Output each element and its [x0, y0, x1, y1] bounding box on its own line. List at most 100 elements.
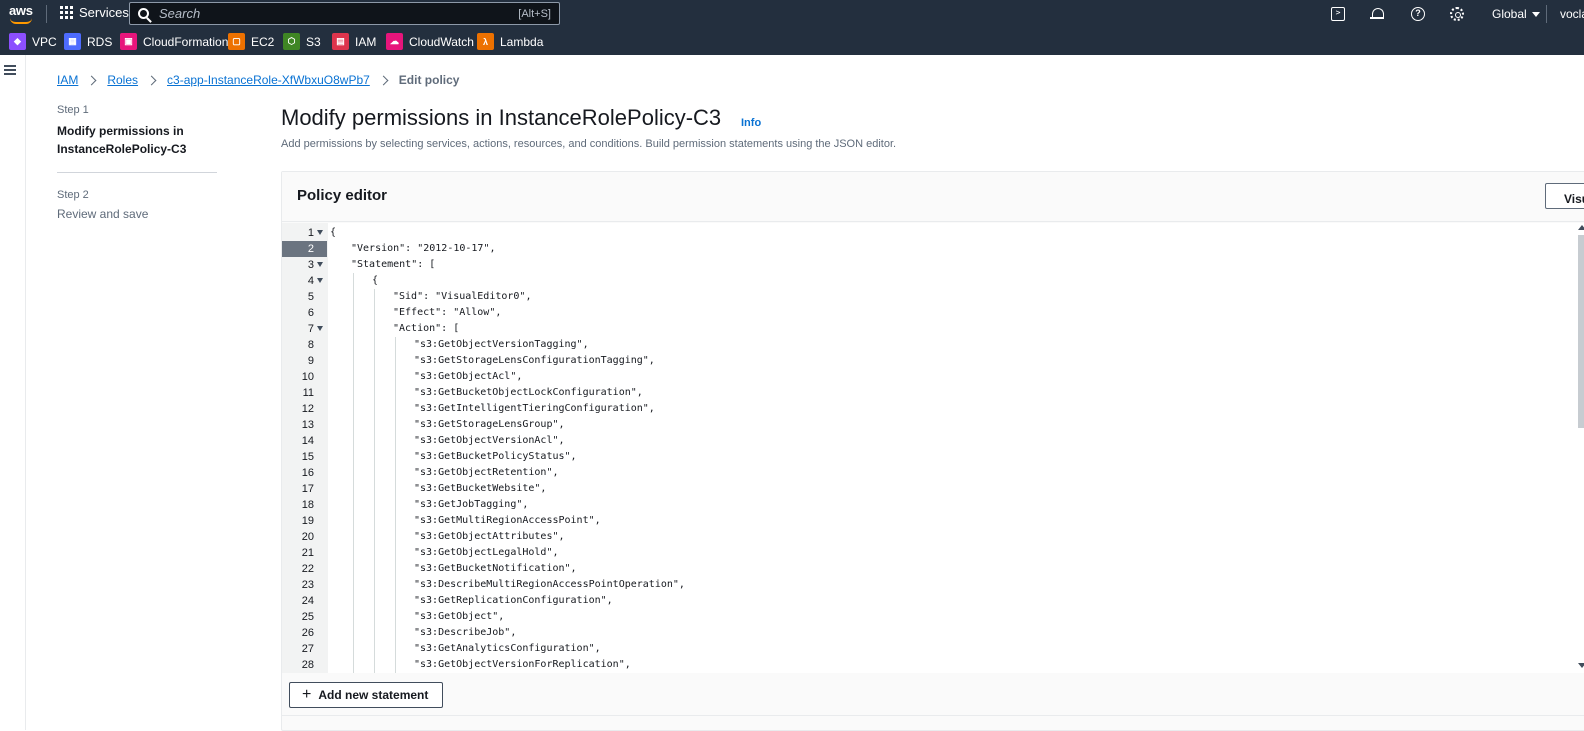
- indent-guide: [353, 481, 354, 497]
- help-icon[interactable]: ?: [1411, 7, 1425, 21]
- code-line[interactable]: 13 "s3:GetStorageLensGroup",: [282, 417, 1576, 433]
- favorite-ec2[interactable]: ▢ EC2: [228, 33, 274, 50]
- add-new-statement-button[interactable]: + Add new statement: [289, 682, 443, 708]
- indent-guide: [395, 593, 396, 609]
- aws-logo[interactable]: aws: [9, 3, 35, 25]
- fold-arrow-icon[interactable]: [317, 326, 323, 331]
- scrollbar-thumb[interactable]: [1578, 235, 1584, 428]
- code-line[interactable]: 18 "s3:GetJobTagging",: [282, 497, 1576, 513]
- code-line[interactable]: 21 "s3:GetObjectLegalHold",: [282, 545, 1576, 561]
- step-1-title: Modify permissions in InstanceRolePolicy…: [57, 124, 187, 156]
- region-selector[interactable]: Global: [1492, 7, 1540, 21]
- indent-guide: [374, 289, 375, 305]
- code-text: "s3:DescribeJob",: [414, 627, 517, 638]
- favorite-cloudformation[interactable]: ▣ CloudFormation: [120, 33, 228, 50]
- scroll-down-arrow-icon[interactable]: [1578, 663, 1584, 668]
- indent-guide: [395, 577, 396, 593]
- code-line[interactable]: 23 "s3:DescribeMultiRegionAccessPointOper…: [282, 577, 1576, 593]
- code-line[interactable]: 22 "s3:GetBucketNotification",: [282, 561, 1576, 577]
- indent-guide: [353, 273, 354, 289]
- indent-guide: [374, 417, 375, 433]
- code-line[interactable]: 20 "s3:GetObjectAttributes",: [282, 529, 1576, 545]
- search-input[interactable]: [159, 6, 519, 21]
- breadcrumb-roles[interactable]: Roles: [107, 73, 138, 87]
- plus-icon: +: [302, 686, 312, 703]
- grid-icon: [60, 6, 73, 19]
- code-text: "Version": "2012-10-17",: [351, 243, 496, 254]
- indent-guide: [374, 401, 375, 417]
- code-line[interactable]: 3 "Statement": [: [282, 257, 1576, 273]
- policy-editor-header: Policy editor Visu: [282, 172, 1584, 222]
- caret-down-icon: [1531, 12, 1540, 18]
- indent-guide: [374, 321, 375, 337]
- code-text: "s3:GetObjectVersionTagging",: [414, 339, 589, 350]
- line-number: 9: [307, 355, 314, 367]
- code-line[interactable]: 5 "Sid": "VisualEditor0",: [282, 289, 1576, 305]
- breadcrumb-role[interactable]: c3-app-InstanceRole-XfWbxuO8wPb7: [167, 73, 370, 87]
- favorite-s3[interactable]: ⬡ S3: [283, 33, 321, 50]
- favorite-cloudwatch[interactable]: ☁ CloudWatch: [386, 33, 474, 50]
- code-text: {: [330, 227, 337, 238]
- step-2-title: Review and save: [57, 207, 149, 221]
- visual-editor-button[interactable]: Visu: [1545, 183, 1584, 209]
- code-line[interactable]: 12 "s3:GetIntelligentTieringConfiguration…: [282, 401, 1576, 417]
- code-line[interactable]: 9 "s3:GetStorageLensConfigurationTagging"…: [282, 353, 1576, 369]
- indent-guide: [374, 593, 375, 609]
- account-menu[interactable]: vocla: [1560, 7, 1584, 21]
- code-text: "s3:GetJobTagging",: [414, 499, 529, 510]
- json-code-editor[interactable]: 1{2 "Version": "2012-10-17", 3 "Statement":…: [282, 223, 1576, 673]
- fold-arrow-icon[interactable]: [317, 230, 323, 235]
- services-menu-button[interactable]: Services: [60, 5, 129, 20]
- region-label: Global: [1492, 7, 1527, 21]
- favorite-rds[interactable]: ▦ RDS: [64, 33, 112, 50]
- cloudshell-icon[interactable]: >: [1331, 7, 1345, 21]
- fold-arrow-icon[interactable]: [317, 278, 323, 283]
- indent-guide: [353, 497, 354, 513]
- cloudformation-icon: ▣: [120, 33, 137, 50]
- indent-guide: [374, 337, 375, 353]
- code-line[interactable]: 10 "s3:GetObjectAcl",: [282, 369, 1576, 385]
- line-number: 12: [301, 403, 314, 415]
- code-line[interactable]: 6 "Effect": "Allow",: [282, 305, 1576, 321]
- menu-hamburger-icon[interactable]: [4, 65, 16, 75]
- search-bar[interactable]: [Alt+S]: [129, 2, 560, 25]
- indent-guide: [395, 641, 396, 657]
- notifications-bell-icon[interactable]: [1370, 7, 1384, 21]
- code-line[interactable]: 28 "s3:GetObjectVersionForReplication",: [282, 657, 1576, 673]
- settings-gear-icon[interactable]: [1450, 7, 1464, 21]
- code-line[interactable]: 14 "s3:GetObjectVersionAcl",: [282, 433, 1576, 449]
- code-line[interactable]: 1{: [282, 225, 1576, 241]
- favorite-vpc[interactable]: ◆ VPC: [9, 33, 57, 50]
- code-line[interactable]: 4{: [282, 273, 1576, 289]
- scroll-up-arrow-icon[interactable]: [1578, 225, 1584, 230]
- code-line[interactable]: 16 "s3:GetObjectRetention",: [282, 465, 1576, 481]
- favorite-iam[interactable]: ▤ IAM: [332, 33, 376, 50]
- info-link[interactable]: Info: [741, 117, 761, 129]
- indent-guide: [374, 481, 375, 497]
- code-line[interactable]: 19 "s3:GetMultiRegionAccessPoint",: [282, 513, 1576, 529]
- code-line[interactable]: 27 "s3:GetAnalyticsConfiguration",: [282, 641, 1576, 657]
- line-number: 23: [301, 579, 314, 591]
- code-text: "s3:GetBucketWebsite",: [414, 483, 547, 494]
- code-line[interactable]: 11 "s3:GetBucketObjectLockConfiguration",: [282, 385, 1576, 401]
- editor-scrollbar[interactable]: [1576, 223, 1584, 673]
- code-line[interactable]: 25 "s3:GetObject",: [282, 609, 1576, 625]
- code-line[interactable]: 2 "Version": "2012-10-17",: [282, 241, 1576, 257]
- code-line[interactable]: 24 "s3:GetReplicationConfiguration",: [282, 593, 1576, 609]
- fold-arrow-icon[interactable]: [317, 262, 323, 267]
- code-text: "s3:GetAnalyticsConfiguration",: [414, 643, 601, 654]
- code-line[interactable]: 26 "s3:DescribeJob",: [282, 625, 1576, 641]
- favorite-lambda[interactable]: λ Lambda: [477, 33, 543, 50]
- code-line[interactable]: 8 "s3:GetObjectVersionTagging",: [282, 337, 1576, 353]
- code-line[interactable]: 15 "s3:GetBucketPolicyStatus",: [282, 449, 1576, 465]
- breadcrumb-iam[interactable]: IAM: [57, 73, 78, 87]
- step-1-label: Step 1: [57, 104, 89, 116]
- code-line[interactable]: 17 "s3:GetBucketWebsite",: [282, 481, 1576, 497]
- indent-guide: [353, 353, 354, 369]
- code-line[interactable]: 7 "Action": [: [282, 321, 1576, 337]
- code-text: "s3:GetObjectAttributes",: [414, 531, 565, 542]
- favorites-bar: ◆ VPC ▦ RDS ▣ CloudFormation ▢ EC2 ⬡ S3 …: [0, 28, 1584, 55]
- indent-guide: [395, 417, 396, 433]
- indent-guide: [374, 449, 375, 465]
- indent-guide: [374, 353, 375, 369]
